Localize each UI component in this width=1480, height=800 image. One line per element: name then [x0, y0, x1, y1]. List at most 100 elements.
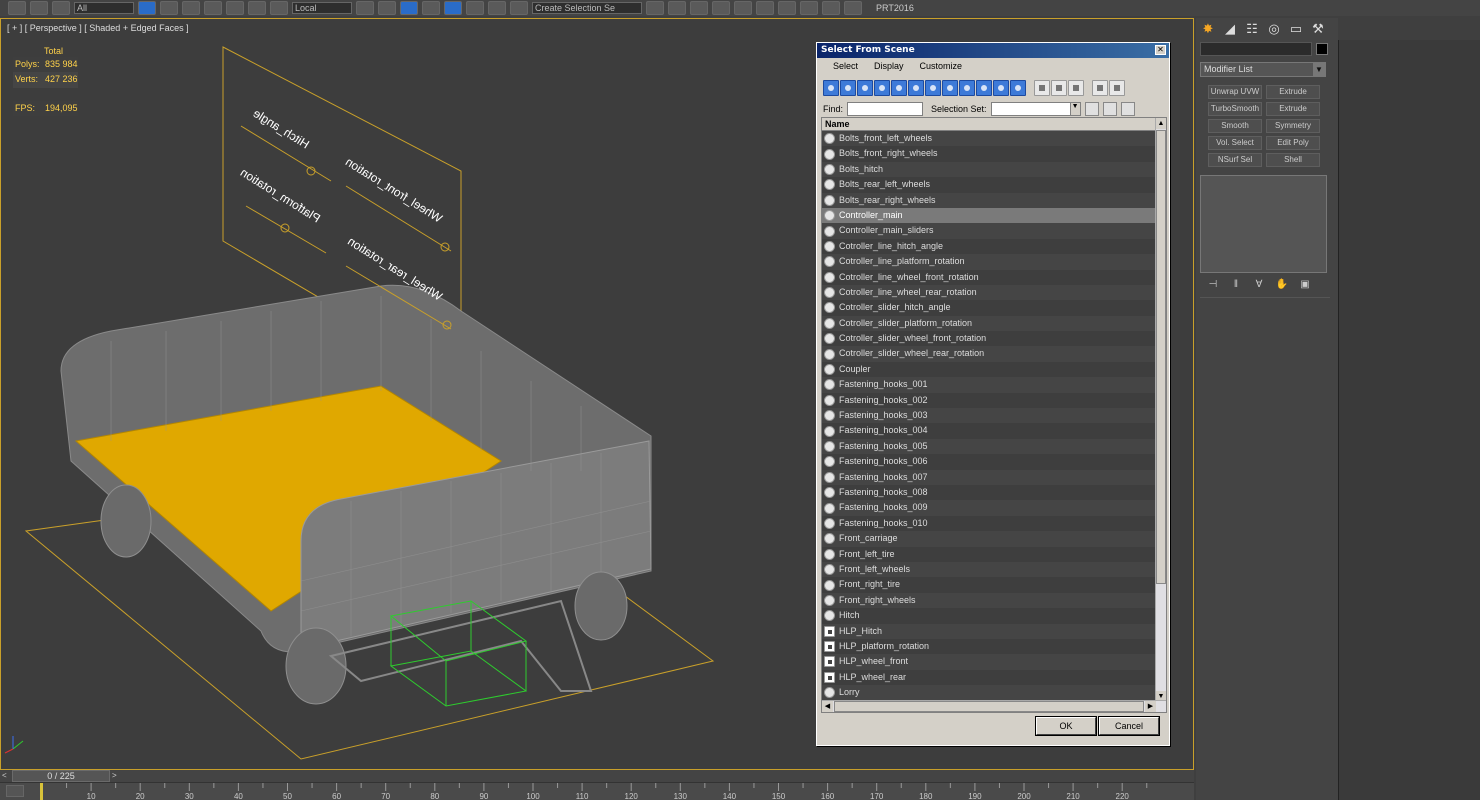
modifier-button-vol-select[interactable]: Vol. Select — [1208, 136, 1262, 150]
list-item[interactable]: Fastening_hooks_002 — [822, 392, 1156, 409]
modifier-button-turbosmooth[interactable]: TurboSmooth — [1208, 102, 1262, 116]
display-cameras-icon[interactable] — [874, 80, 890, 96]
edit-named-selection-icon[interactable] — [510, 1, 528, 15]
display-space-warps-icon[interactable] — [908, 80, 924, 96]
list-item[interactable]: Front_left_tire — [822, 546, 1156, 562]
object-name-field[interactable] — [1200, 42, 1312, 56]
configure-modifier-sets-icon[interactable]: ▣ — [1298, 279, 1312, 291]
list-item[interactable]: Bolts_front_left_wheels — [822, 131, 1156, 147]
display-shapes-icon[interactable] — [840, 80, 856, 96]
pin-stack-icon[interactable]: ⊣ — [1206, 279, 1220, 291]
list-item[interactable]: Front_carriage — [822, 531, 1156, 547]
list-item[interactable]: Fastening_hooks_006 — [822, 454, 1156, 470]
list-item[interactable]: Cotroller_slider_wheel_rear_rotation — [822, 346, 1156, 362]
rotate-icon[interactable] — [248, 1, 266, 15]
modifier-button-shell[interactable]: Shell — [1266, 153, 1320, 167]
window-crossing-icon[interactable] — [204, 1, 222, 15]
scene-object-list[interactable]: Name Bolts_front_left_wheels Bolts_front_… — [821, 117, 1167, 713]
pivot-center-icon[interactable] — [356, 1, 374, 15]
list-item[interactable]: Cotroller_slider_platform_rotation — [822, 315, 1156, 332]
move-icon[interactable] — [226, 1, 244, 15]
display-all-icon[interactable] — [1034, 80, 1050, 96]
render-production-icon[interactable] — [822, 1, 840, 15]
select-object-icon[interactable] — [138, 1, 156, 15]
bind-space-warp-icon[interactable] — [52, 1, 70, 15]
scale-icon[interactable] — [270, 1, 288, 15]
display-none-icon[interactable] — [1051, 80, 1067, 96]
angle-snap-icon[interactable] — [444, 1, 462, 15]
close-icon[interactable]: ✕ — [1155, 45, 1166, 55]
object-color-swatch[interactable] — [1316, 43, 1328, 55]
vertical-scroll-thumb[interactable] — [1156, 130, 1166, 584]
modifier-button-smooth[interactable]: Smooth — [1208, 119, 1262, 133]
viewport-label[interactable]: [ + ] [ Perspective ] [ Shaded + Edged F… — [7, 23, 189, 33]
track-bar[interactable]: 10 20 30 40 50 60 70 80 90 100 110 120 130 140 150 160 1… — [0, 782, 1194, 800]
horizontal-scroll-thumb[interactable] — [834, 701, 1144, 712]
modifier-button-extrude[interactable]: Extrude — [1266, 85, 1320, 99]
layer-manager-icon[interactable] — [690, 1, 708, 15]
list-item[interactable]: Coupler — [822, 361, 1156, 378]
display-bones-icon[interactable] — [959, 80, 975, 96]
list-item[interactable]: Cotroller_line_wheel_rear_rotation — [822, 284, 1156, 301]
list-item[interactable]: Fastening_hooks_009 — [822, 500, 1156, 516]
display-hidden-icon[interactable] — [1010, 80, 1026, 96]
show-end-result-icon[interactable]: ‖ — [1229, 279, 1243, 291]
ok-button[interactable]: OK — [1035, 716, 1097, 736]
modifier-button-symmetry[interactable]: Symmetry — [1266, 119, 1320, 133]
time-slider[interactable]: < 0 / 225 > — [0, 770, 1194, 782]
modifier-button-nsurf-sel[interactable]: NSurf Sel — [1208, 153, 1262, 167]
snaps-toggle-icon[interactable] — [422, 1, 440, 15]
list-item[interactable]: Cotroller_line_hitch_angle — [822, 238, 1156, 255]
list-item[interactable]: Bolts_rear_left_wheels — [822, 177, 1156, 193]
select-by-name-icon[interactable] — [160, 1, 178, 15]
list-item[interactable]: Cotroller_slider_wheel_front_rotation — [822, 331, 1156, 347]
render-iterative-icon[interactable] — [844, 1, 862, 15]
named-selection-sets-dropdown[interactable]: Create Selection Se — [532, 2, 642, 14]
region-select-icon[interactable] — [182, 1, 200, 15]
link-icon[interactable] — [8, 1, 26, 15]
list-item[interactable]: Cotroller_line_wheel_front_rotation — [822, 269, 1156, 285]
display-geometry-icon[interactable] — [823, 80, 839, 96]
list-item[interactable]: Controller_main_sliders — [822, 223, 1156, 239]
find-input[interactable] — [847, 102, 924, 116]
modify-tab-icon[interactable]: ◢ — [1222, 21, 1238, 37]
select-manipulate-icon[interactable] — [378, 1, 396, 15]
list-item[interactable]: Controller_main — [822, 207, 1156, 224]
list-item[interactable]: Bolts_rear_right_wheels — [822, 192, 1156, 208]
modifier-button-unwrap-uvw[interactable]: Unwrap UVW — [1208, 85, 1262, 99]
display-frozen-icon[interactable] — [993, 80, 1009, 96]
filter-icon[interactable] — [1092, 80, 1108, 96]
unlink-icon[interactable] — [30, 1, 48, 15]
key-filter-icon[interactable] — [6, 785, 24, 797]
time-slider-thumb[interactable]: 0 / 225 — [12, 770, 110, 782]
column-header-name[interactable]: Name — [822, 118, 1156, 131]
utilities-tab-icon[interactable]: ⚒ — [1310, 21, 1326, 37]
list-item[interactable]: Cotroller_line_platform_rotation — [822, 254, 1156, 270]
list-item[interactable]: Fastening_hooks_005 — [822, 438, 1156, 455]
list-item[interactable]: HLP_wheel_rear — [822, 669, 1156, 686]
frame-ruler[interactable]: 10 20 30 40 50 60 70 80 90 100 110 120 130 140 150 160 1… — [40, 783, 1190, 800]
rendered-frame-window-icon[interactable] — [800, 1, 818, 15]
modifier-button-extrude-2[interactable]: Extrude — [1266, 102, 1320, 116]
display-groups-icon[interactable] — [925, 80, 941, 96]
list-item[interactable]: Hitch — [822, 608, 1156, 624]
list-item[interactable]: Bolts_front_right_wheels — [822, 146, 1156, 162]
percent-snap-icon[interactable] — [466, 1, 484, 15]
display-containers-icon[interactable] — [976, 80, 992, 96]
display-tab-icon[interactable]: ▭ — [1288, 21, 1304, 37]
list-item[interactable]: Fastening_hooks_004 — [822, 423, 1156, 439]
vertical-scrollbar[interactable]: ▲ ▼ — [1155, 118, 1166, 702]
mirror-icon[interactable] — [646, 1, 664, 15]
scroll-right-icon[interactable]: ▶ — [1145, 701, 1156, 712]
list-item[interactable]: Front_right_tire — [822, 577, 1156, 593]
list-item[interactable]: HLP_platform_rotation — [822, 638, 1156, 655]
display-lights-icon[interactable] — [857, 80, 873, 96]
menu-select[interactable]: Select — [825, 58, 866, 74]
list-item[interactable]: Front_left_wheels — [822, 561, 1156, 578]
time-prev-icon[interactable]: < — [2, 771, 12, 781]
display-helpers-icon[interactable] — [891, 80, 907, 96]
scroll-up-icon[interactable]: ▲ — [1156, 118, 1166, 129]
material-editor-icon[interactable] — [756, 1, 774, 15]
list-item[interactable]: Fastening_hooks_010 — [822, 515, 1156, 532]
time-next-icon[interactable]: > — [112, 771, 122, 781]
